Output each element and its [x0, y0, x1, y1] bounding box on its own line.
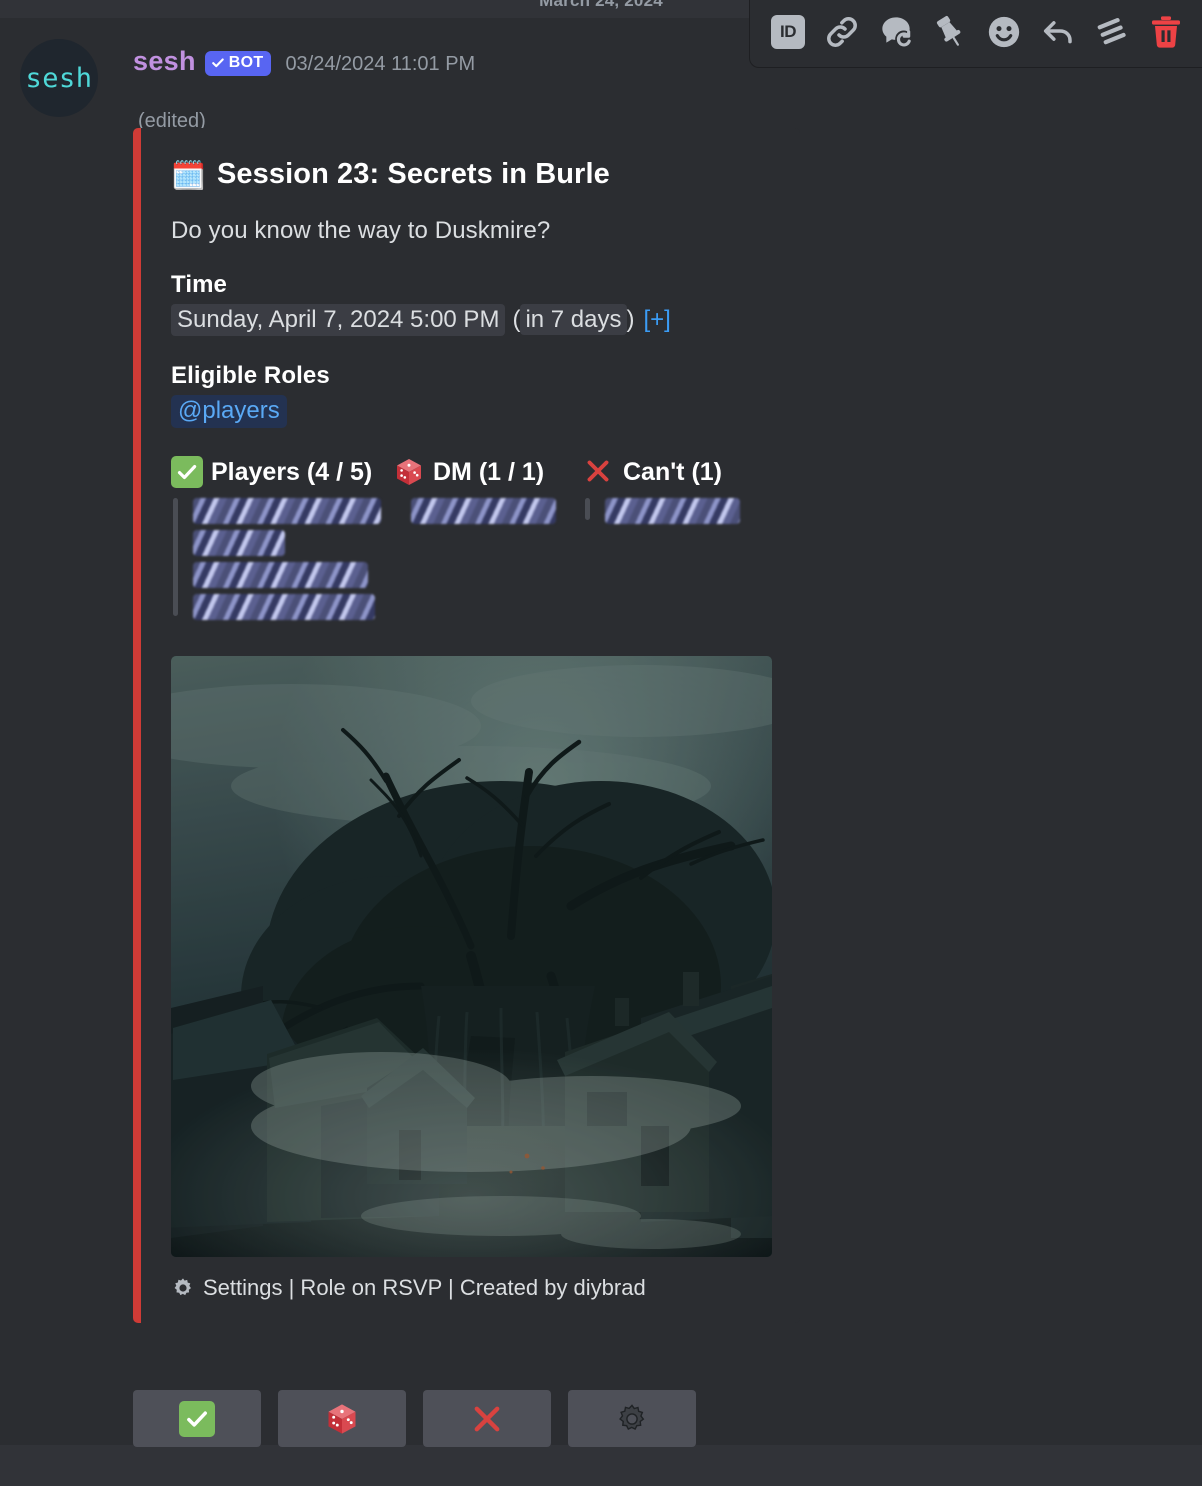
calendar-emoji: 🗓️: [171, 159, 206, 191]
list-item: [193, 530, 285, 556]
event-embed: 🗓️ Session 23: Secrets in Burle Do you k…: [133, 128, 800, 1323]
field-eligible-roles-value: @players: [171, 395, 784, 428]
smiley-icon: [988, 16, 1020, 47]
expand-time-link[interactable]: [+]: [644, 306, 671, 334]
rsvp-dm-header: DM (1 / 1): [393, 456, 583, 488]
embed-footer-text: Settings | Role on RSVP | Created by diy…: [203, 1275, 646, 1300]
session-banner-image[interactable]: [171, 656, 772, 1257]
list-item: [193, 562, 368, 588]
mark-unread-lines-icon: [1097, 17, 1126, 44]
embed-description: Do you know the way to Duskmire?: [171, 217, 551, 244]
cross-glyph: [587, 460, 609, 482]
discord-message-view: March 24, 2024 sesh sesh BOT 03/24/2024 …: [0, 0, 1202, 1486]
rsvp-column-cant: Can't (1): [583, 456, 763, 530]
rsvp-players-header: Players (4 / 5): [171, 456, 393, 488]
embed-title-text: Session 23: Secrets in Burle: [216, 158, 610, 190]
cross-mark-emoji: [583, 456, 615, 488]
gear-emoji: [174, 1278, 191, 1296]
game-die-emoji: [393, 456, 425, 488]
rsvp-cant-label: Can't (1): [623, 457, 722, 486]
message-timestamp: 03/24/2024 11:01 PM: [285, 53, 476, 75]
bot-badge-label: BOT: [228, 54, 264, 71]
rsvp-players-list: [171, 498, 393, 620]
bot-badge: BOT: [204, 51, 272, 76]
list-item: [193, 594, 375, 620]
speech-bubble-refresh-icon: [882, 16, 913, 47]
message-container: sesh sesh BOT 03/24/2024 11:01 PM (edite…: [0, 0, 1202, 1447]
trash-icon: [1152, 15, 1180, 48]
delete-button[interactable]: [1142, 8, 1190, 56]
event-settings-button[interactable]: [568, 1390, 696, 1447]
rsvp-columns: Players (4 / 5) DM (1 / 1) Can't (1): [171, 456, 784, 626]
link-icon: [827, 16, 857, 47]
list-item: [193, 498, 381, 524]
reply-button[interactable]: [1034, 8, 1082, 56]
message-header: sesh BOT 03/24/2024 11:01 PM: [133, 46, 475, 77]
timestamp-chip: Sunday, April 7, 2024 5:00 PM: [171, 304, 506, 336]
rsvp-players-label: Players (4 / 5): [211, 457, 373, 486]
add-reaction-button[interactable]: [980, 8, 1028, 56]
role-mention[interactable]: @players: [171, 395, 287, 428]
rsvp-yes-button[interactable]: [133, 1390, 261, 1447]
reply-arrow-icon: [1043, 20, 1072, 43]
rsvp-column-players: Players (4 / 5): [171, 456, 393, 626]
rsvp-dm-label: DM (1 / 1): [433, 457, 545, 486]
date-divider-label: March 24, 2024: [539, 0, 663, 10]
game-die-emoji: [328, 1403, 356, 1434]
cross-mark-emoji: [474, 1406, 500, 1431]
rsvp-cant-button[interactable]: [423, 1390, 551, 1447]
white-check-mark-emoji: [179, 1400, 215, 1437]
avatar[interactable]: sesh: [20, 39, 98, 117]
rsvp-column-dm: DM (1 / 1): [393, 456, 583, 530]
die-glyph: [397, 459, 421, 485]
banner-artwork: [171, 656, 772, 1257]
verified-check-icon: [211, 58, 224, 68]
field-eligible-roles-label: Eligible Roles: [171, 362, 330, 389]
mark-read-button[interactable]: [1088, 8, 1136, 56]
author-username[interactable]: sesh: [133, 46, 196, 77]
rsvp-cant-list: [583, 498, 763, 524]
field-time-value: Sunday, April 7, 2024 5:00 PM (in 7 days…: [171, 304, 784, 336]
rsvp-action-buttons: [133, 1390, 696, 1447]
field-time-label: Time: [171, 271, 227, 298]
avatar-label: sesh: [25, 62, 93, 94]
white-check-mark-emoji: [171, 456, 203, 488]
pin-button[interactable]: [926, 8, 974, 56]
message-actions-toolbar: ID: [749, 0, 1202, 68]
pin-icon: [936, 15, 961, 46]
embed-title: 🗓️ Session 23: Secrets in Burle: [171, 158, 784, 191]
relative-time-chip: in 7 days: [520, 304, 627, 335]
id-icon: ID: [771, 14, 805, 49]
mark-unread-button[interactable]: [872, 8, 920, 56]
rsvp-dm-list: [393, 498, 583, 524]
field-time: Time Sunday, April 7, 2024 5:00 PM (in 7…: [171, 271, 784, 336]
copy-id-button[interactable]: ID: [764, 8, 812, 56]
field-eligible-roles: Eligible Roles @players: [171, 362, 784, 428]
relative-close-paren: ): [626, 306, 635, 333]
copy-link-button[interactable]: [818, 8, 866, 56]
relative-time-wrap: (in 7 days): [512, 304, 635, 335]
gear-emoji: [619, 1403, 645, 1430]
rsvp-cant-header: Can't (1): [583, 456, 763, 488]
rsvp-dm-button[interactable]: [278, 1390, 406, 1447]
list-item: [411, 498, 556, 524]
embed-footer: Settings | Role on RSVP | Created by diy…: [171, 1275, 784, 1301]
list-item: [605, 498, 740, 524]
